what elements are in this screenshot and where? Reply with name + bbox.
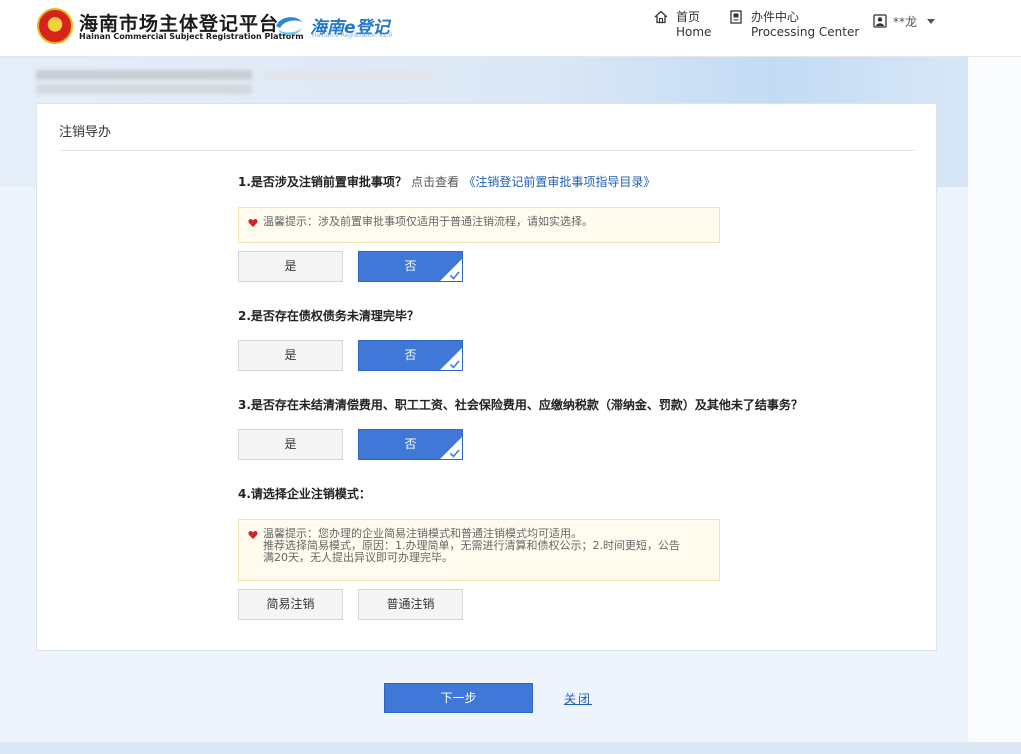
question-1-extra: 点击查看 bbox=[411, 175, 460, 189]
nav-processing-en: Processing Center bbox=[751, 25, 860, 39]
question-4-tip: 温馨提示：您办理的企业简易注销模式和普通注销模式均可适用。 推荐选择简易模式，原… bbox=[238, 519, 720, 581]
heart-icon bbox=[248, 218, 258, 227]
heart-icon bbox=[248, 530, 258, 539]
close-link[interactable]: 关闭 bbox=[564, 690, 592, 707]
nav-processing-center[interactable]: 办件中心 Processing Center bbox=[729, 8, 859, 42]
check-icon bbox=[449, 360, 460, 369]
question-3: 3.是否存在未结清清偿费用、职工工资、社会保险费用、应缴纳税款（滞纳金、罚款）及… bbox=[238, 398, 803, 412]
question-2: 2.是否存在债权债务未清理完毕？ bbox=[238, 309, 419, 323]
q2-option-no[interactable]: 否 bbox=[358, 340, 463, 371]
e-registration-subtitle: Hainan e Registration V2.0 bbox=[312, 32, 393, 39]
simple-deregistration-option[interactable]: 简易注销 bbox=[238, 589, 343, 620]
q2-option-yes[interactable]: 是 bbox=[238, 340, 343, 371]
redacted-text bbox=[36, 70, 252, 80]
e-registration-logo-icon bbox=[276, 17, 302, 36]
nav-home-cn: 首页 bbox=[676, 10, 701, 24]
question-1: 1.是否涉及注销前置审批事项？ 点击查看 《注销登记前置审批事项指导目录》 bbox=[238, 173, 655, 190]
q3-option-yes[interactable]: 是 bbox=[238, 429, 343, 460]
user-name: **龙 bbox=[893, 15, 918, 29]
question-1-tip-text: 温馨提示：涉及前置审批事项仅适用于普通注销流程，请如实选择。 bbox=[263, 215, 593, 228]
user-avatar-icon bbox=[873, 14, 887, 28]
q1-option-no-label: 否 bbox=[404, 259, 417, 273]
regular-deregistration-option[interactable]: 普通注销 bbox=[358, 589, 463, 620]
redacted-text bbox=[264, 70, 434, 80]
approval-catalog-link[interactable]: 《注销登记前置审批事项指导目录》 bbox=[463, 175, 655, 189]
q3-option-no-label: 否 bbox=[404, 437, 417, 451]
redacted-text bbox=[36, 84, 252, 94]
card-title: 注销导办 bbox=[59, 125, 112, 140]
q2-option-no-label: 否 bbox=[404, 348, 417, 362]
background-side bbox=[968, 57, 1021, 754]
top-header: 海南市场主体登记平台 Hainan Commercial Subject Reg… bbox=[0, 0, 1021, 57]
q3-option-no[interactable]: 否 bbox=[358, 429, 463, 460]
q1-option-yes[interactable]: 是 bbox=[238, 251, 343, 282]
deregistration-guide-card: 注销导办 1.是否涉及注销前置审批事项？ 点击查看 《注销登记前置审批事项指导目… bbox=[36, 103, 937, 651]
nav-home-en: Home bbox=[676, 25, 712, 39]
home-icon bbox=[654, 10, 668, 24]
nav-processing-cn: 办件中心 bbox=[751, 10, 800, 24]
card-divider bbox=[59, 150, 915, 151]
question-1-label: 1.是否涉及注销前置审批事项？ bbox=[238, 175, 407, 189]
background-bottom bbox=[0, 742, 1021, 754]
check-icon bbox=[449, 449, 460, 458]
nav-home[interactable]: 首页 Home bbox=[654, 8, 714, 42]
question-4-tip-line-3: 满20天，无人提出异议即可办理完毕。 bbox=[263, 551, 453, 564]
document-icon bbox=[730, 10, 742, 24]
national-emblem-logo bbox=[37, 8, 73, 44]
question-1-tip: 温馨提示：涉及前置审批事项仅适用于普通注销流程，请如实选择。 bbox=[238, 207, 720, 243]
check-icon bbox=[449, 271, 460, 280]
next-step-button[interactable]: 下一步 bbox=[384, 683, 533, 713]
brand-subtitle: Hainan Commercial Subject Registration P… bbox=[79, 32, 304, 41]
chevron-down-icon bbox=[927, 19, 935, 24]
q1-option-no[interactable]: 否 bbox=[358, 251, 463, 282]
question-4: 4.请选择企业注销模式： bbox=[238, 487, 371, 501]
